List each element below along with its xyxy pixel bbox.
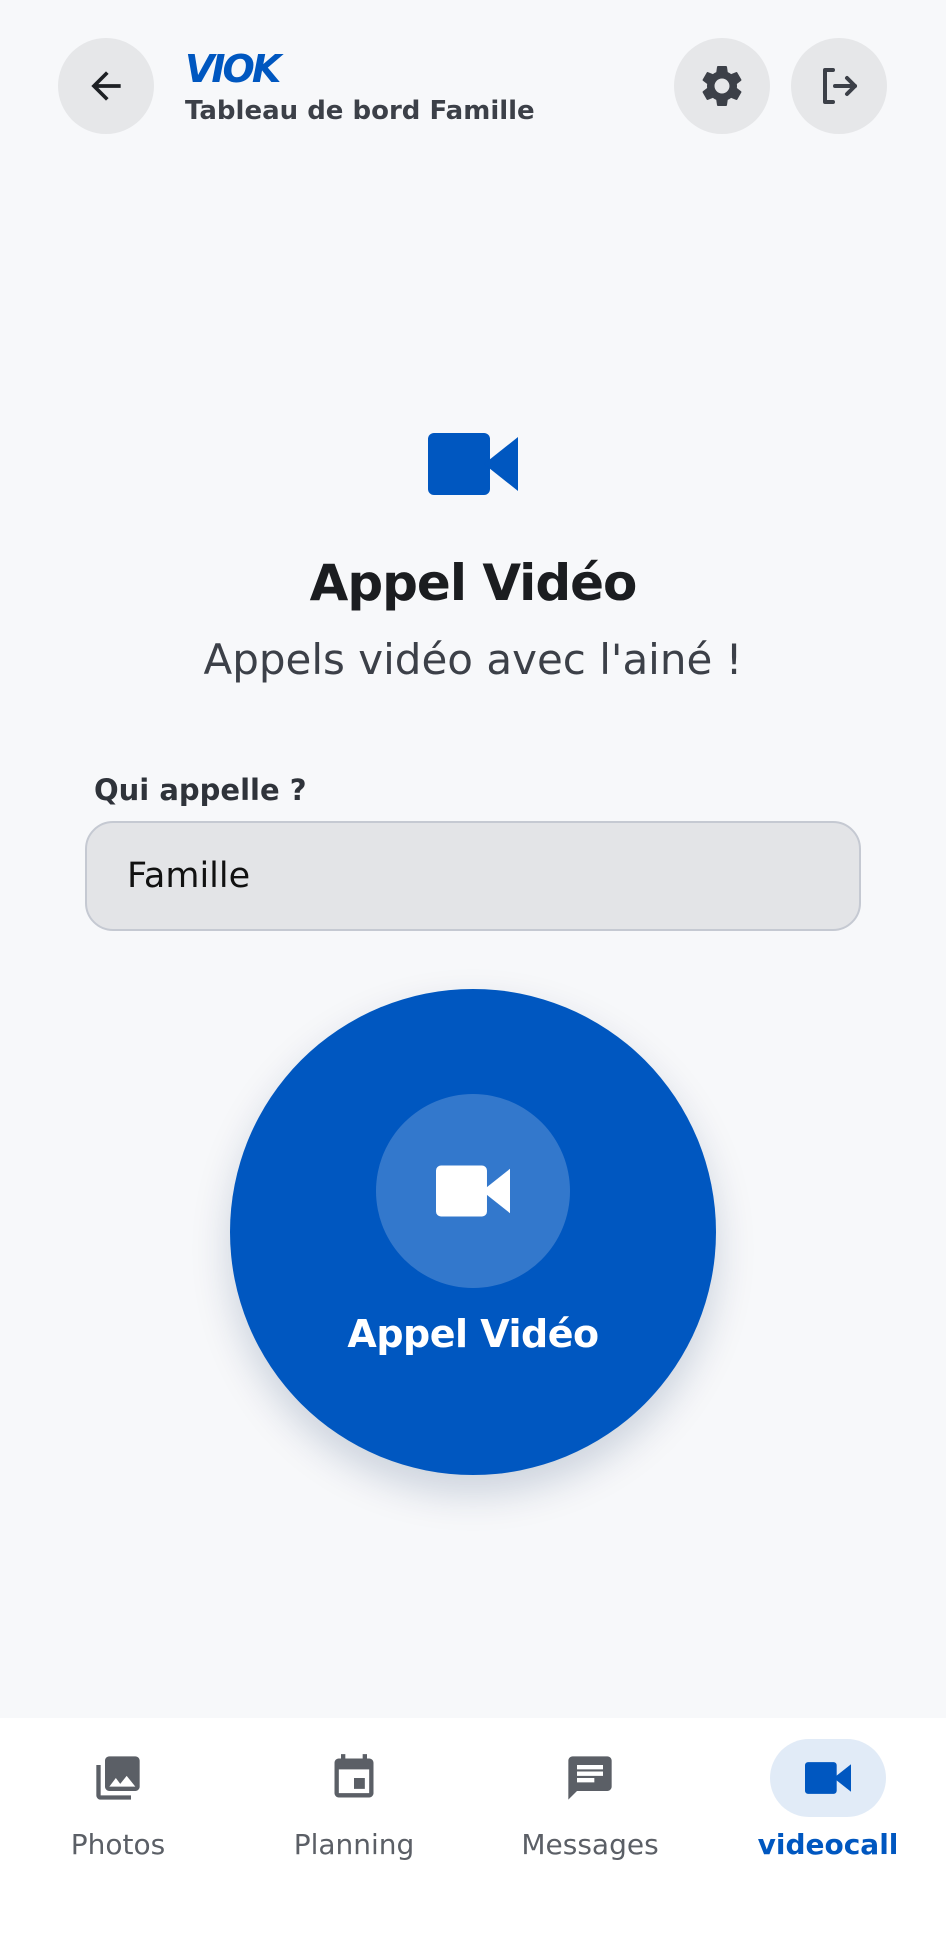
nav-label-messages: Messages [521, 1828, 659, 1861]
nav-label-photos: Photos [70, 1828, 166, 1861]
call-button-label: Appel Vidéo [347, 1312, 599, 1356]
settings-button[interactable] [674, 38, 770, 134]
page-title: Appel Vidéo [309, 554, 638, 612]
message-icon [568, 1756, 612, 1800]
page-subtitle: Appels vidéo avec l'ainé ! [203, 635, 743, 684]
brand-logo: VIOK [185, 47, 281, 91]
nav-icon-container [532, 1739, 648, 1817]
video-camera-icon [805, 1762, 851, 1794]
brand-block: VIOK Tableau de bord Famille [185, 46, 535, 128]
nav-icon-container [60, 1739, 176, 1817]
logout-button[interactable] [791, 38, 887, 134]
gear-icon [702, 65, 742, 106]
nav-icon-container [296, 1739, 412, 1817]
video-camera-icon [436, 1165, 510, 1217]
logout-icon [823, 68, 857, 104]
nav-label-planning: Planning [293, 1828, 415, 1861]
nav-icon-container-active [770, 1739, 886, 1817]
caller-label: Qui appelle ? [94, 773, 307, 807]
photo-library-icon [96, 1756, 140, 1800]
dashboard-subtitle: Tableau de bord Famille [185, 96, 535, 126]
video-camera-icon [428, 433, 518, 495]
bottom-navigation: Photos Planning Messages videocall [0, 1718, 946, 1943]
nav-item-photos[interactable]: Photos [0, 1718, 236, 1943]
start-video-call-button[interactable]: Appel Vidéo [230, 989, 716, 1475]
back-button[interactable] [58, 38, 154, 134]
call-icon-circle [376, 1094, 570, 1288]
calendar-icon [334, 1754, 374, 1798]
nav-item-videocall[interactable]: videocall [710, 1718, 946, 1943]
nav-item-messages[interactable]: Messages [472, 1718, 708, 1943]
nav-label-videocall: videocall [757, 1828, 899, 1861]
app-header: VIOK Tableau de bord Famille [0, 0, 946, 175]
caller-input[interactable] [85, 821, 861, 931]
nav-item-planning[interactable]: Planning [236, 1718, 472, 1943]
arrow-left-icon [91, 71, 121, 101]
